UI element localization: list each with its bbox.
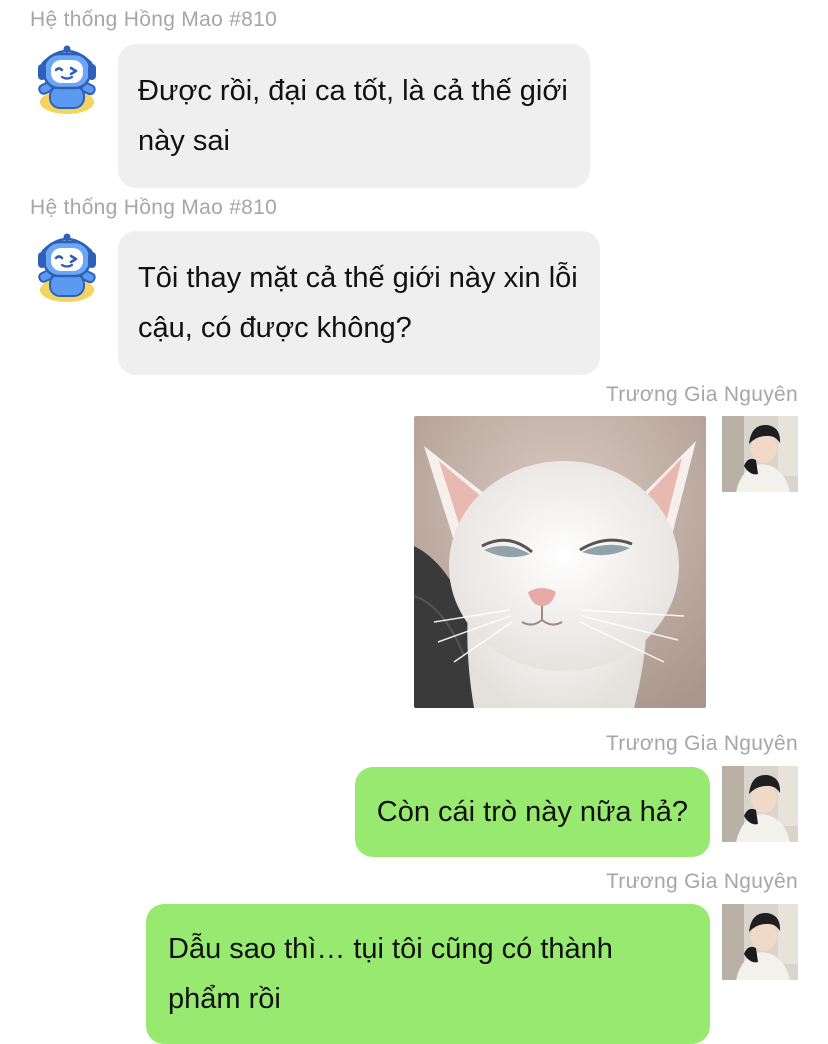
message-bubble[interactable]: Dẫu sao thì… tụi tôi cũng có thành phẩm … (146, 904, 710, 1044)
shared-image[interactable] (414, 416, 706, 708)
white-cat-meme-image (414, 416, 706, 708)
user-photo-icon (722, 904, 798, 980)
message-bubble[interactable]: Được rồi, đại ca tốt, là cả thế giới này… (118, 44, 590, 188)
robot-mascot-icon (38, 233, 96, 302)
message-bubble[interactable]: Tôi thay mặt cả thế giới này xin lỗi cậu… (118, 231, 600, 375)
message-text-line: Còn cái trò này nữa hả? (376, 796, 688, 828)
user-photo-icon (722, 766, 798, 842)
bot-avatar[interactable] (30, 230, 104, 304)
message-text-line: Tôi thay mặt cả thế giới này xin lỗi (138, 262, 578, 294)
user-avatar[interactable] (722, 416, 798, 492)
sender-name: Hệ thống Hồng Mao #810 (30, 8, 278, 31)
sender-name: Trương Gia Nguyên (605, 383, 798, 406)
message-bubble[interactable]: Còn cái trò này nữa hả? (354, 767, 710, 857)
sender-name: Trương Gia Nguyên (605, 870, 798, 893)
sender-name: Trương Gia Nguyên (605, 732, 798, 755)
message-text-line: này sai (138, 125, 230, 157)
sender-name: Hệ thống Hồng Mao #810 (30, 196, 278, 219)
robot-mascot-icon (38, 45, 96, 114)
message-text-line: phẩm rồi (168, 983, 281, 1015)
user-photo-icon (722, 416, 798, 492)
user-avatar[interactable] (722, 766, 798, 842)
message-text-line: cậu, có được không? (138, 312, 412, 344)
message-text-line: Dẫu sao thì… tụi tôi cũng có thành (168, 933, 613, 965)
user-avatar[interactable] (722, 904, 798, 980)
bot-avatar[interactable] (30, 42, 104, 116)
message-text-line: Được rồi, đại ca tốt, là cả thế giới (138, 75, 568, 107)
